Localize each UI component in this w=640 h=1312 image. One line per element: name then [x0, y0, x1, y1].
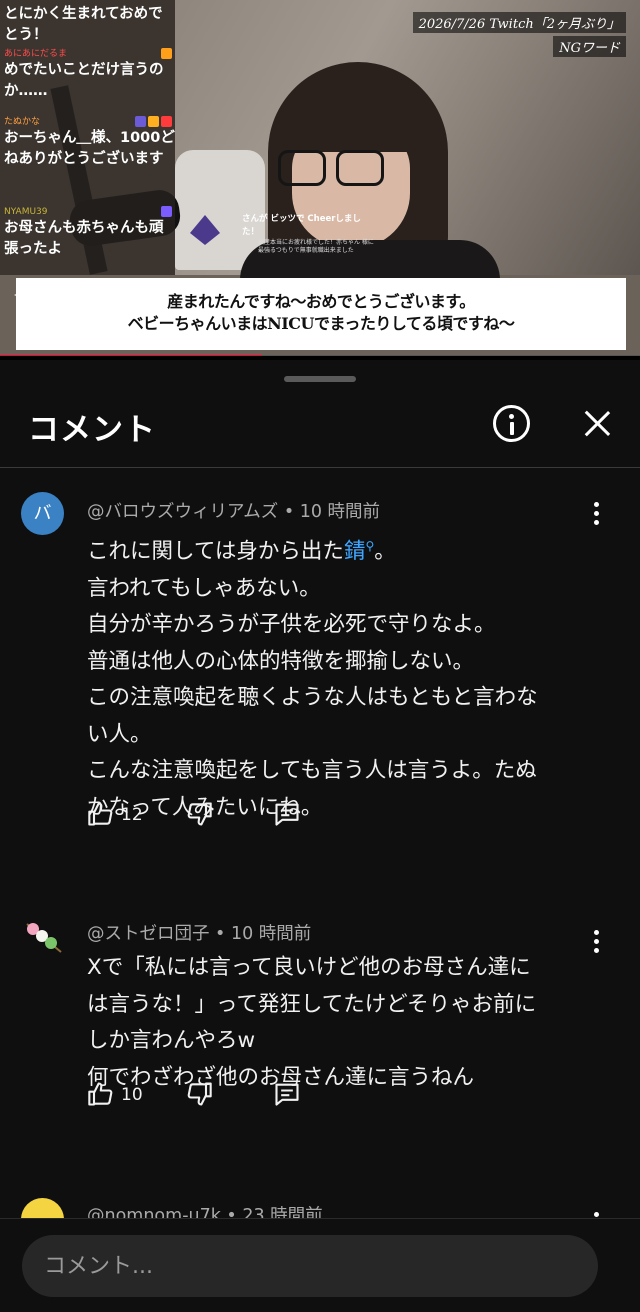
chat-message-text: お母さんも赤ちゃんも頑張ったよ	[4, 220, 164, 257]
comment-line: しか言わんやろw	[87, 1028, 256, 1053]
dislike-button[interactable]	[185, 1080, 213, 1112]
comment-line: これに関しては身から出た錆⚲。	[87, 539, 396, 565]
glasses	[278, 150, 388, 188]
chat-username: あにあにだるま	[4, 49, 68, 59]
chat-message: たぬかな おーちゃん＿様、1000どねありがとうございます	[4, 116, 176, 170]
drag-handle[interactable]	[284, 376, 356, 382]
comment-line: は言うな！」って発狂してたけどそりゃお前に	[87, 991, 537, 1017]
caption-line: 産まれたんですね～おめでとうございます。	[167, 292, 475, 311]
chat-message: あにあにだるま めでたいことだけ言うのか……	[4, 48, 176, 102]
comment-actions: 12	[87, 800, 347, 830]
video-badge-icon	[161, 116, 172, 127]
thumbs-down-icon	[187, 1082, 212, 1106]
comment-line: い人。	[87, 721, 152, 747]
cheer-title: さんが ビッツで Cheerしました！	[242, 214, 361, 237]
thumbs-down-icon	[187, 802, 212, 826]
diamond-badge-icon	[161, 206, 172, 217]
comment-line: 自分が辛かろうが子供を必死で守りなよ。	[87, 612, 496, 638]
ng-word-label: NGワード	[553, 36, 626, 57]
comment-author-time[interactable]: @ストゼロ団子 • 10 時間前	[87, 920, 311, 945]
comment-actions: 10	[87, 1080, 347, 1110]
comments-sheet: コメント バ @バロウズウィリアムズ • 10 時間前 これに関しては身から出た…	[0, 360, 640, 1312]
verified-badge-icon	[135, 116, 146, 127]
dango-icon	[26, 923, 62, 953]
video-player[interactable]: とにかく生まれておめでとう！ あにあにだるま めでたいことだけ言うのか…… たぬ…	[0, 0, 640, 356]
search-icon: ⚲	[365, 539, 375, 553]
more-options-icon[interactable]	[594, 502, 600, 526]
comment-line: 言われてもしゃあない。	[87, 575, 321, 601]
caption-line: ベビーちゃんいまはNICUでまったりしてる頃ですね～	[127, 314, 515, 333]
chat-badges	[161, 48, 172, 59]
info-icon[interactable]	[493, 405, 530, 442]
comment-list[interactable]: バ @バロウズウィリアムズ • 10 時間前 これに関しては身から出た錆⚲。 言…	[0, 468, 640, 1218]
chat-message-text: おーちゃん＿様、1000どねありがとうございます	[4, 130, 175, 167]
speech-caption: 産まれたんですね～おめでとうございます。 ベビーちゃんいまはNICUでまったりし…	[14, 278, 626, 350]
reply-icon	[275, 803, 299, 826]
chat-username: NYAMU39	[4, 207, 48, 217]
stream-chat-overlay: とにかく生まれておめでとう！ あにあにだるま めでたいことだけ言うのか…… たぬ…	[0, 0, 175, 275]
chat-message: とにかく生まれておめでとう！	[4, 4, 176, 46]
comment-line: Xで「私には言って良いけど他のお母さん達に	[87, 955, 531, 980]
star-badge-icon	[161, 48, 172, 59]
thumbs-up-icon	[88, 802, 113, 826]
chat-badges	[161, 206, 172, 217]
reply-icon	[275, 1083, 299, 1106]
video-progress-fill	[0, 355, 263, 356]
like-count: 10	[121, 1085, 143, 1105]
like-count: 12	[121, 805, 143, 825]
avatar[interactable]	[21, 916, 64, 959]
dislike-button[interactable]	[185, 800, 213, 832]
comment-author-time[interactable]: @nomnom-u7k • 23 時間前	[87, 1202, 323, 1218]
comment-text: Xで「私には言って良いけど他のお母さん達に は言うな！」って発狂してたけどそりゃ…	[87, 950, 597, 1096]
reply-button[interactable]	[272, 1080, 302, 1112]
close-icon[interactable]	[580, 406, 614, 440]
chat-message: NYAMU39 お母さんも赤ちゃんも頑張ったよ	[4, 206, 176, 260]
comment-line: こんな注意喚起をしても言う人は言うよ。たぬ	[87, 758, 537, 784]
chat-message-text: めでたいことだけ言うのか……	[4, 62, 164, 99]
comment-line: 普通は他人の心体的特徴を揶揄しない。	[87, 648, 475, 674]
comment-composer	[0, 1218, 640, 1312]
reply-button[interactable]	[272, 800, 302, 832]
like-button[interactable]: 12	[87, 800, 143, 832]
chat-badges	[135, 116, 172, 127]
comment-author-time[interactable]: @バロウズウィリアムズ • 10 時間前	[87, 498, 380, 523]
avatar[interactable]: バ	[21, 492, 64, 535]
chat-message-text: とにかく生まれておめでとう！	[4, 6, 163, 43]
like-button[interactable]: 10	[87, 1080, 143, 1112]
thumbs-up-icon	[88, 1082, 113, 1106]
stream-date-label: 2026/7/26 Twitch「2ヶ月ぶり」	[412, 12, 626, 33]
star-badge-icon	[148, 116, 159, 127]
comment-line: この注意喚起を聴くような人はもともと言わな	[87, 685, 538, 711]
sheet-title: コメント	[28, 412, 156, 448]
comment-input[interactable]	[22, 1235, 598, 1297]
video-progress-bar[interactable]	[0, 355, 640, 356]
search-link[interactable]: 錆⚲	[344, 539, 374, 564]
comment-text: これに関しては身から出た錆⚲。 言われてもしゃあない。 自分が辛かろうが子供を必…	[87, 528, 597, 826]
cheer-message: 出産本当にお疲れ様でした！赤ちゃん 様に最強るつもりで無事就職出来ました	[258, 239, 374, 254]
avatar[interactable]	[21, 1198, 64, 1218]
streamer-bangs	[280, 72, 430, 152]
